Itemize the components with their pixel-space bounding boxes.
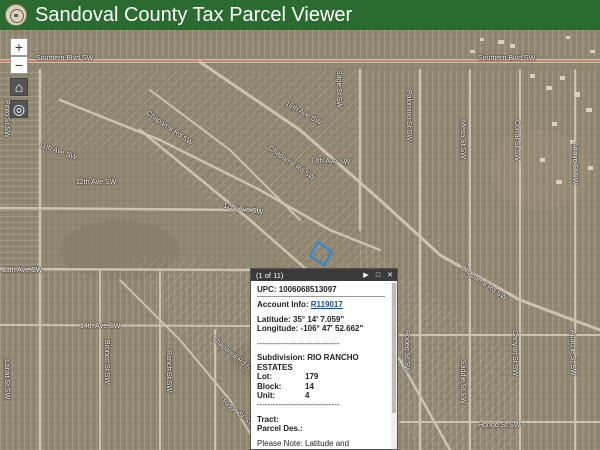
block-value: 14 <box>305 381 314 391</box>
app-title: Sandoval County Tax Parcel Viewer <box>35 3 353 26</box>
label-vert-1: Sage St SW <box>335 70 342 109</box>
account-label: Account Info: <box>257 300 309 310</box>
subdivision-text: Subdivision: RIO RANCHO ESTATES <box>257 353 359 372</box>
label-vert-5: Arroyo St SW <box>571 142 578 185</box>
parcel-popup: (1 of 11) ▶ □ ✕ UPC: 1006068513097 Accou… <box>250 268 398 450</box>
label-vert-4: Corral St SW <box>513 120 520 161</box>
label-vert-9: Ranch St SW <box>165 350 172 393</box>
close-icon[interactable]: ✕ <box>385 270 395 280</box>
label-12th-ave-left: 12th Ave SW <box>76 179 117 186</box>
popup-count: (1 of 11) <box>256 270 284 280</box>
next-feature-icon[interactable]: ▶ <box>361 270 371 280</box>
home-icon[interactable]: ⌂ <box>10 78 28 96</box>
account-link[interactable]: R119017 <box>311 300 343 309</box>
dashes-1: ------------------------------- <box>257 338 340 348</box>
popup-scroll-thumb[interactable] <box>392 283 396 413</box>
label-vert-10: Rodeo St SW <box>403 330 410 373</box>
label-vert-6: Pinto St SW <box>3 100 10 138</box>
label-vert-8: Bronco St SW <box>103 340 110 384</box>
lot-value: 179 <box>305 372 319 382</box>
label-vert-11: Saddle St SW <box>459 360 466 404</box>
maximize-icon[interactable]: □ <box>373 270 383 280</box>
unit-label: Unit: <box>257 390 276 400</box>
label-southern-blvd-right: Southern Blvd SW <box>478 55 536 62</box>
label-14th-ave: 14th Ave SW <box>80 323 121 330</box>
app-header: Sandoval County Tax Parcel Viewer <box>0 0 600 30</box>
zoom-in-button[interactable]: + <box>10 38 28 56</box>
zoom-out-button[interactable]: − <box>10 56 28 74</box>
tract-label: Tract: <box>257 414 279 424</box>
popup-content: UPC: 1006068513097 Account Info: R119017… <box>251 281 391 449</box>
label-vert-15: Hondo St SW <box>478 422 521 429</box>
label-vert-12: Canyon St SW <box>511 330 518 376</box>
longitude-text: Longitude: -106° 47' 52.662" <box>257 324 364 334</box>
locate-icon[interactable]: ◎ <box>10 100 28 118</box>
upc-text: UPC: 1006068513097 <box>257 285 337 294</box>
dashes-2: ------------------------------- <box>257 400 340 410</box>
label-13th-ave-left: 13th Ave SW <box>2 267 43 274</box>
latitude-text: Latitude: 35° 14' 7.059" <box>257 314 345 324</box>
county-seal-icon <box>5 4 27 26</box>
label-vert-7: Lariat St SW <box>3 360 10 400</box>
label-vert-13: Apache St SW <box>569 330 576 376</box>
unit-value: 4 <box>305 390 310 400</box>
lot-label: Lot: <box>257 372 273 382</box>
label-13th-ave: 13th Ave SW <box>309 157 351 166</box>
popup-scrollbar[interactable] <box>391 281 397 449</box>
divider <box>257 296 385 298</box>
block-label: Block: <box>257 381 282 391</box>
label-vert-3: Mesa St SW <box>459 120 466 159</box>
popup-titlebar: (1 of 11) ▶ □ ✕ <box>251 269 397 281</box>
note-text: Please Note: Latitude and Longitude is t… <box>257 438 384 449</box>
label-vert-2: Palomino St SW <box>405 90 412 141</box>
parcel-des-label: Parcel Des.: <box>257 424 303 434</box>
label-southern-blvd-left: Southern Blvd SW <box>36 55 94 62</box>
